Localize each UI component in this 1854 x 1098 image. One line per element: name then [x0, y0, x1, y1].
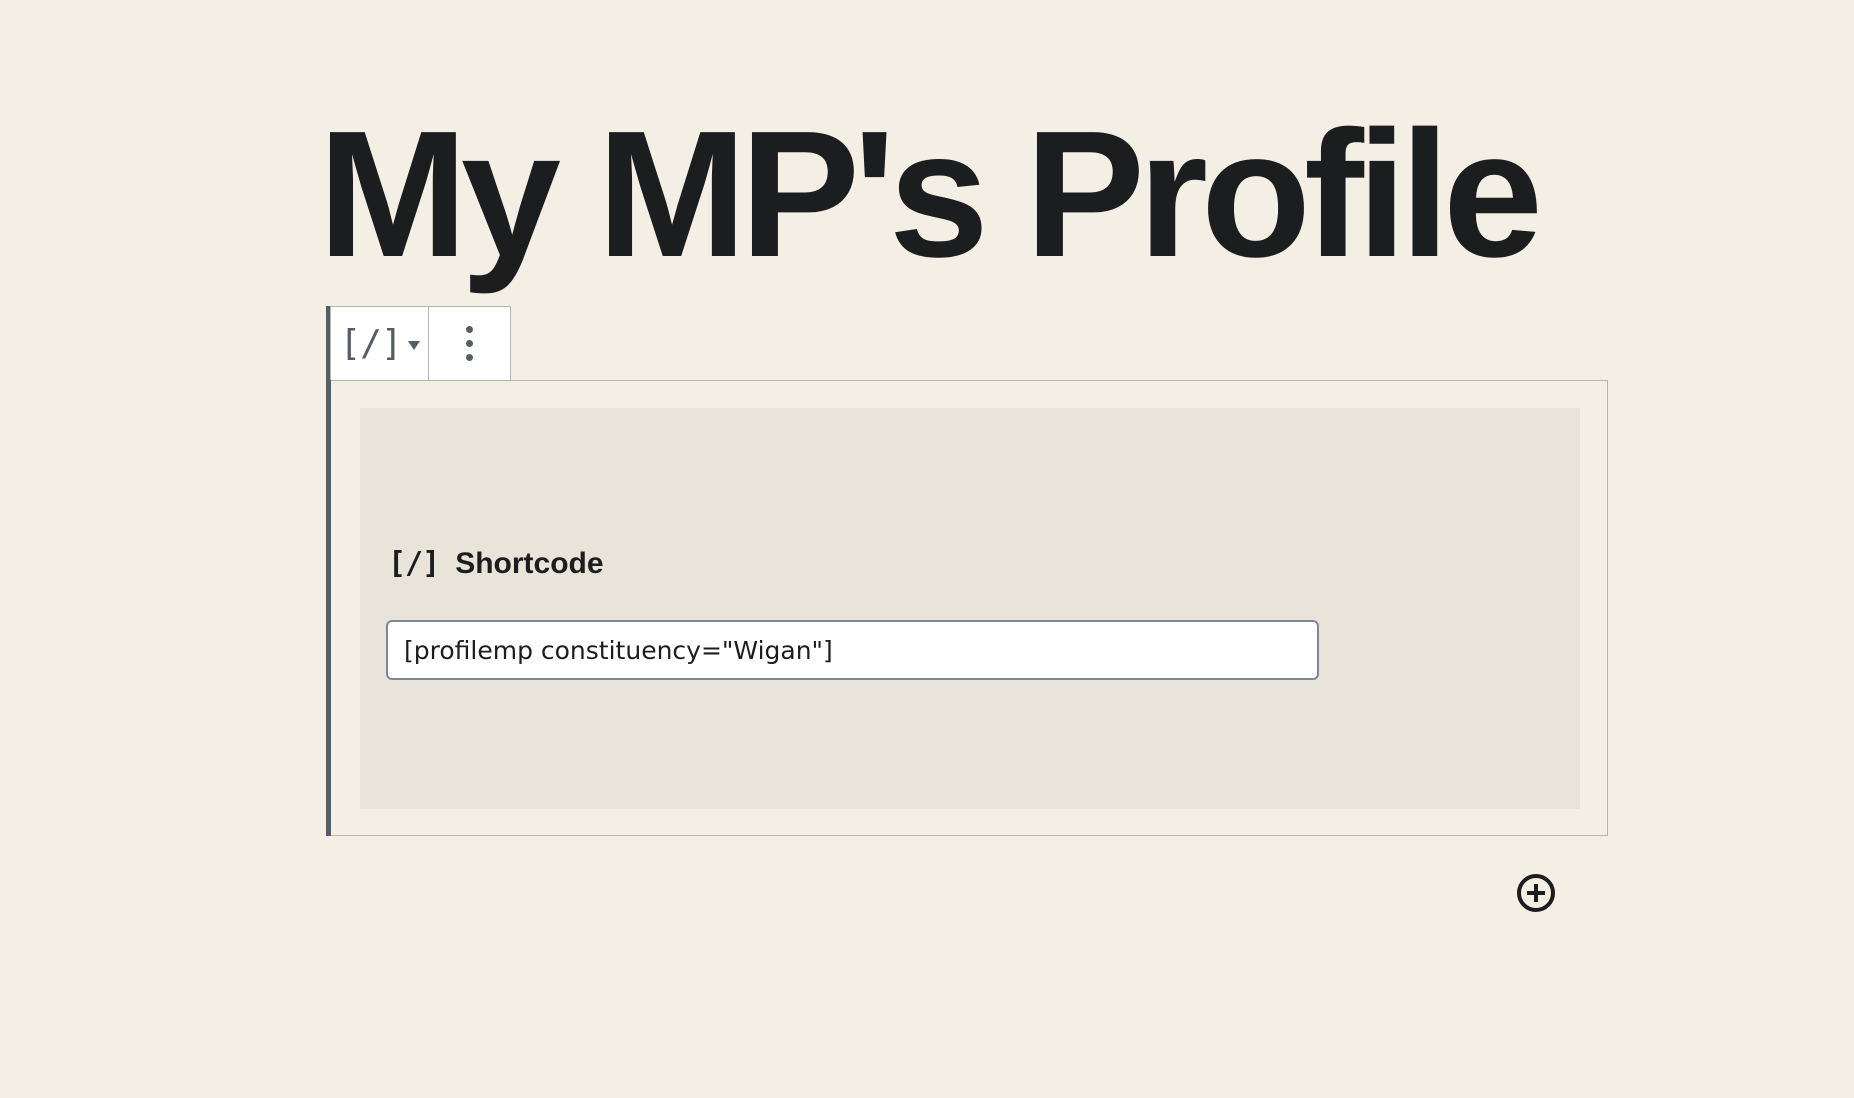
caret-down-icon	[407, 341, 420, 350]
shortcode-icon: [/]	[388, 546, 440, 581]
shortcode-label-text: Shortcode	[455, 546, 604, 580]
shortcode-block-label: [/] Shortcode	[388, 546, 604, 581]
shortcode-input[interactable]	[386, 620, 1319, 680]
block-switcher-button[interactable]: [/]	[331, 307, 429, 380]
shortcode-block-placeholder: [/] Shortcode	[360, 408, 1580, 809]
more-options-button[interactable]	[429, 307, 510, 380]
block-inserter-button[interactable]	[1517, 874, 1555, 912]
shortcode-icon: [/]	[339, 323, 402, 364]
block-toolbar: [/]	[330, 306, 511, 380]
post-title[interactable]: My MP's Profile	[0, 105, 1854, 285]
more-vertical-icon	[466, 326, 473, 361]
